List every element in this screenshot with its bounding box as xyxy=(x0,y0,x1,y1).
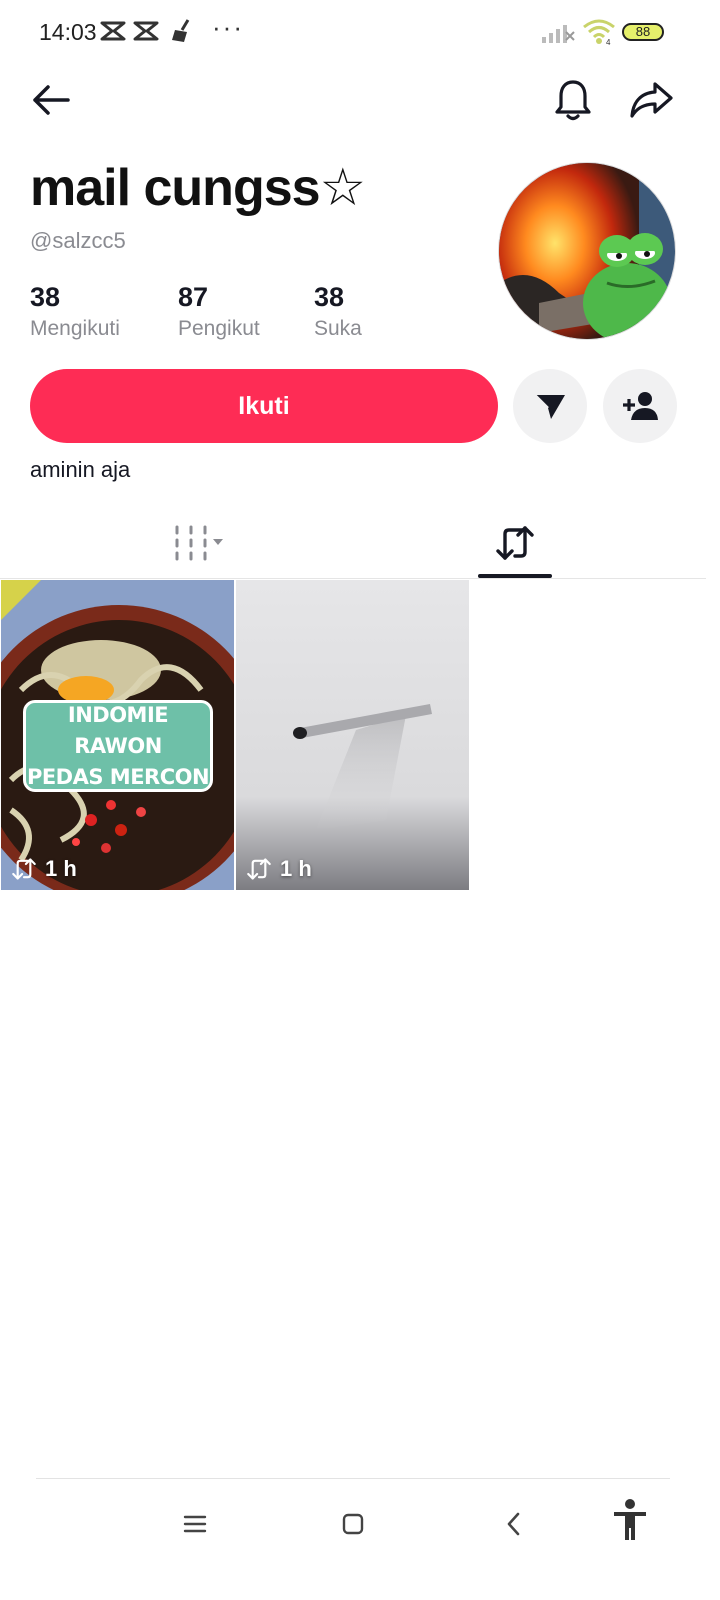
avatar-image xyxy=(499,163,675,339)
follow-button[interactable]: Ikuti xyxy=(30,369,498,443)
chevron-down-icon xyxy=(213,539,223,545)
svg-text:4: 4 xyxy=(606,38,611,46)
stat-following[interactable]: 38 Mengikuti xyxy=(30,282,120,341)
square-icon xyxy=(342,1513,364,1535)
battery-indicator: 88 xyxy=(622,23,664,41)
recent-apps-button[interactable] xyxy=(173,1502,217,1546)
suggest-accounts-button[interactable] xyxy=(603,369,677,443)
video-time: 1 h xyxy=(280,856,312,881)
arrow-left-icon xyxy=(33,85,70,115)
broom-icon xyxy=(170,18,194,49)
more-notifications-icon: ··· xyxy=(212,12,244,42)
grid-icon xyxy=(175,525,223,561)
video-caption-line2: PEDAS MERCON xyxy=(26,764,210,789)
video-meta: 1 h xyxy=(11,856,77,882)
share-button[interactable] xyxy=(627,76,675,124)
tab-reposts[interactable] xyxy=(470,508,560,578)
video-time: 1 h xyxy=(45,856,77,881)
repost-icon xyxy=(496,526,534,560)
stat-likes-label: Suka xyxy=(314,317,362,340)
repost-icon xyxy=(247,858,271,880)
send-icon xyxy=(534,394,565,419)
stat-followers-count: 87 xyxy=(178,282,209,312)
back-button[interactable] xyxy=(26,76,74,124)
stat-following-label: Mengikuti xyxy=(30,317,120,340)
message-button[interactable] xyxy=(513,369,587,443)
stat-likes-count: 38 xyxy=(314,282,345,312)
share-icon xyxy=(630,82,673,118)
video-thumbnail[interactable]: INDOMIE RAWON PEDAS MERCON 1 h xyxy=(1,580,234,890)
capcut-icon xyxy=(133,20,159,47)
tube-thumbnail-image xyxy=(236,580,469,890)
stat-followers-label: Pengikut xyxy=(178,317,260,340)
accessibility-button[interactable] xyxy=(608,1498,652,1542)
accessibility-icon xyxy=(614,1499,646,1540)
stat-following-count: 38 xyxy=(30,282,61,312)
nav-divider xyxy=(36,1478,670,1479)
tab-divider xyxy=(0,578,706,579)
notification-button[interactable] xyxy=(549,76,597,124)
stat-likes[interactable]: 38 Suka xyxy=(314,282,362,341)
back-nav-button[interactable] xyxy=(492,1502,536,1546)
stat-followers[interactable]: 87 Pengikut xyxy=(178,282,260,341)
video-meta: 1 h xyxy=(246,856,312,882)
status-time: 14:03 xyxy=(39,19,97,45)
video-thumbnail[interactable]: 1 h xyxy=(236,580,469,890)
menu-icon xyxy=(183,1515,207,1533)
bell-icon xyxy=(555,80,591,121)
wifi-icon: 4 xyxy=(582,18,616,51)
video-caption-box: INDOMIE RAWON PEDAS MERCON xyxy=(23,700,213,792)
display-name: mail cungss☆ xyxy=(30,159,366,217)
chevron-left-icon xyxy=(507,1512,520,1536)
video-caption-line1: INDOMIE RAWON xyxy=(67,702,169,758)
repost-icon xyxy=(12,858,36,880)
username: @salzcc5 xyxy=(30,228,126,253)
signal-icon xyxy=(540,22,576,49)
avatar[interactable] xyxy=(498,162,676,340)
capcut-icon xyxy=(100,20,126,47)
add-user-icon xyxy=(623,392,658,420)
tab-videos[interactable] xyxy=(132,508,262,578)
status-bar: 14:03 ··· 4 88 xyxy=(0,0,720,64)
bio: aminin aja xyxy=(30,457,131,482)
home-button[interactable] xyxy=(331,1502,375,1546)
